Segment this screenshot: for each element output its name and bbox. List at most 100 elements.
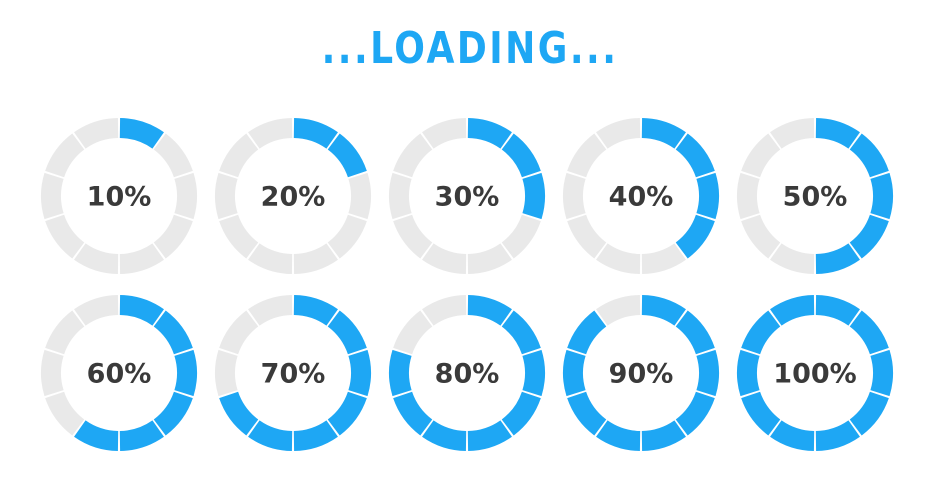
ring-segment-filled [248, 420, 293, 451]
ring-segment-filled [522, 349, 545, 397]
progress-ring: 70% [215, 295, 371, 451]
ring-segment-empty [737, 172, 760, 220]
ring-segment-empty [219, 214, 259, 259]
ring-segment-empty [41, 172, 64, 220]
ring-segment-filled [153, 391, 193, 436]
ring-segment-filled [119, 118, 164, 149]
ring-segment-empty [422, 243, 467, 274]
ring-segment-filled [119, 295, 164, 326]
progress-ring: 30% [389, 118, 545, 274]
ring-segment-empty [215, 349, 238, 397]
ring-segment-empty [567, 133, 607, 178]
ring-segment-filled [675, 133, 715, 178]
progress-ring: 40% [563, 118, 719, 274]
ring-segment-filled [389, 349, 412, 397]
ring-segment-empty [45, 310, 85, 355]
ring-segment-filled [74, 420, 119, 451]
ring-segment-filled [870, 349, 893, 397]
ring-segment-filled [467, 295, 512, 326]
ring-segment-filled [696, 172, 719, 220]
ring-segment-filled [327, 391, 367, 436]
ring-segment-filled [770, 295, 815, 326]
ring-segment-empty [119, 243, 164, 274]
ring-segment-filled [849, 214, 889, 259]
ring-segment-empty [770, 243, 815, 274]
ring-segment-empty [393, 310, 433, 355]
ring-segment-filled [567, 310, 607, 355]
ring-segment-empty [393, 214, 433, 259]
ring-segment-filled [675, 391, 715, 436]
ring-percent-label: 80% [435, 359, 500, 390]
ring-segment-empty [770, 118, 815, 149]
ring-segment-filled [815, 295, 860, 326]
ring-percent-label: 60% [87, 359, 152, 390]
ring-segment-filled [675, 214, 715, 259]
ring-segment-empty [393, 133, 433, 178]
ring-segment-empty [741, 133, 781, 178]
ring-segment-filled [815, 420, 860, 451]
ring-segment-filled [737, 349, 760, 397]
ring-segment-filled [293, 295, 338, 326]
ring-segment-empty [74, 118, 119, 149]
ring-segment-empty [501, 214, 541, 259]
ring-segment-empty [248, 243, 293, 274]
ring-segment-empty [596, 295, 641, 326]
ring-segment-filled [422, 420, 467, 451]
ring-segment-empty [153, 214, 193, 259]
ring-segment-filled [327, 133, 367, 178]
ring-segment-empty [74, 295, 119, 326]
ring-segment-empty [215, 172, 238, 220]
ring-segment-filled [849, 310, 889, 355]
ring-segment-filled [815, 118, 860, 149]
ring-segment-empty [422, 118, 467, 149]
progress-ring: 80% [389, 295, 545, 451]
ring-segment-filled [596, 420, 641, 451]
ring-segment-filled [293, 420, 338, 451]
ring-segment-empty [567, 214, 607, 259]
ring-segment-empty [248, 118, 293, 149]
progress-ring: 60% [41, 295, 197, 451]
progress-ring: 90% [563, 295, 719, 451]
ring-segment-empty [219, 133, 259, 178]
ring-segment-filled [501, 310, 541, 355]
ring-segment-filled [567, 391, 607, 436]
progress-ring: 10% [41, 118, 197, 274]
ring-segment-empty [422, 295, 467, 326]
ring-segment-empty [467, 243, 512, 274]
progress-rings-grid: 10% 20% 30% 40% 50% 60% 70% 80% 90% 100% [41, 118, 893, 451]
progress-ring: 20% [215, 118, 371, 274]
ring-segment-empty [327, 214, 367, 259]
ring-segment-empty [45, 133, 85, 178]
ring-segment-filled [815, 243, 860, 274]
ring-segment-filled [522, 172, 545, 220]
ring-segment-empty [563, 172, 586, 220]
ring-segment-filled [870, 172, 893, 220]
ring-segment-filled [119, 420, 164, 451]
ring-percent-label: 10% [87, 182, 152, 213]
ring-segment-empty [741, 214, 781, 259]
ring-segment-filled [501, 133, 541, 178]
ring-segment-filled [393, 391, 433, 436]
ring-segment-empty [641, 243, 686, 274]
ring-segment-empty [45, 214, 85, 259]
ring-segment-filled [641, 420, 686, 451]
ring-percent-label: 30% [435, 182, 500, 213]
ring-segment-filled [219, 391, 259, 436]
ring-segment-empty [389, 172, 412, 220]
ring-segment-filled [770, 420, 815, 451]
ring-segment-empty [45, 391, 85, 436]
ring-segment-filled [153, 310, 193, 355]
ring-segment-filled [563, 349, 586, 397]
ring-segment-filled [467, 420, 512, 451]
ring-percent-label: 70% [261, 359, 326, 390]
ring-segment-filled [641, 295, 686, 326]
progress-ring: 100% [737, 295, 893, 451]
ring-segment-empty [219, 310, 259, 355]
ring-segment-filled [501, 391, 541, 436]
ring-segment-filled [741, 391, 781, 436]
ring-segment-filled [641, 118, 686, 149]
ring-segment-filled [675, 310, 715, 355]
ring-segment-filled [348, 349, 371, 397]
ring-segment-empty [153, 133, 193, 178]
ring-segment-empty [74, 243, 119, 274]
